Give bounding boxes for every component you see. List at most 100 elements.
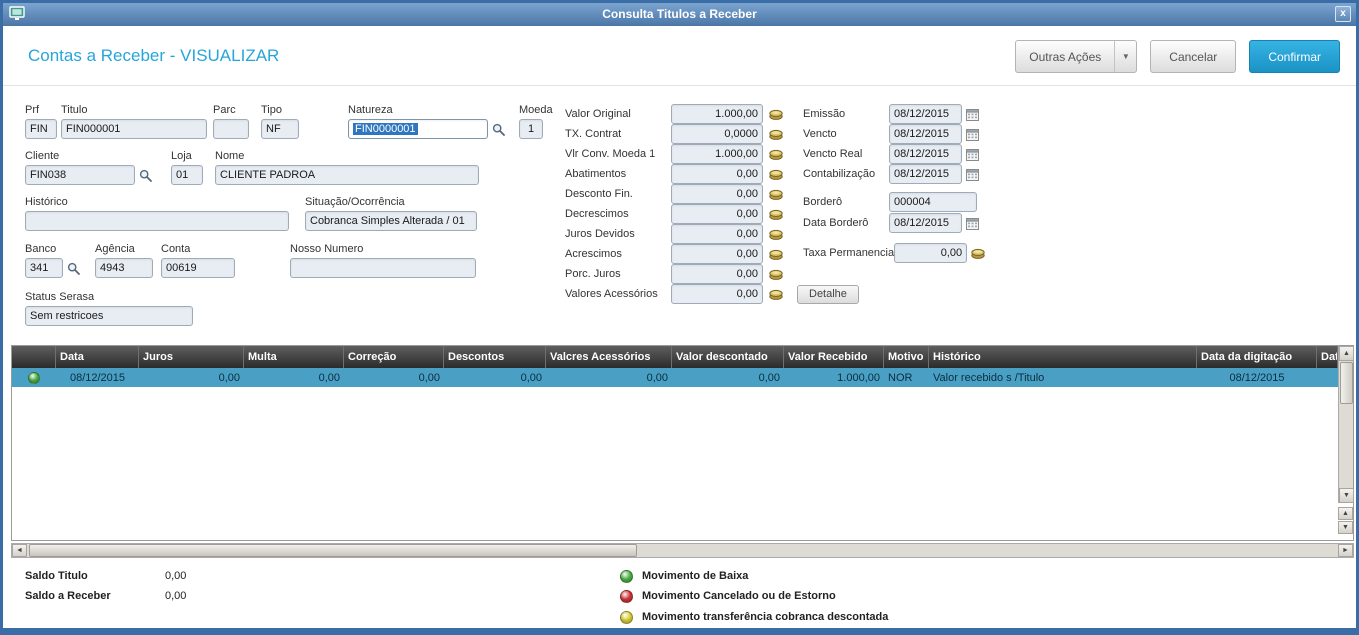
grid-header-multa[interactable]: Multa xyxy=(244,346,344,368)
grid-header-descontos[interactable]: Descontos xyxy=(444,346,546,368)
prf-input[interactable]: FIN xyxy=(25,119,57,139)
legend-item-cancelado: Movimento Cancelado ou de Estorno xyxy=(620,589,836,603)
contabilizacao-input[interactable]: 08/12/2015 xyxy=(889,164,962,184)
row-motivo-cell: NOR xyxy=(888,371,913,384)
moeda-input[interactable]: 1 xyxy=(519,119,543,139)
conta-input[interactable]: 00619 xyxy=(161,258,235,278)
banco-label: Banco xyxy=(25,243,57,255)
grid-header-valores-acessorios[interactable]: Valcres Acessórios xyxy=(546,346,672,368)
parc-input[interactable] xyxy=(213,119,249,139)
scroll-page-up-icon[interactable]: ▲ xyxy=(1338,507,1353,520)
juros-devidos-input[interactable]: 0,00 xyxy=(671,224,763,244)
title-bar[interactable]: Consulta Titulos a Receber x xyxy=(3,3,1356,26)
calendar-icon[interactable] xyxy=(966,148,979,161)
table-row[interactable]: 08/12/2015 0,00 0,00 0,00 0,00 0,00 0,00… xyxy=(12,368,1338,387)
money-icon[interactable] xyxy=(769,229,783,240)
saldo-receber-value: 0,00 xyxy=(165,590,187,602)
scroll-right-icon[interactable]: ► xyxy=(1338,544,1353,557)
abatimentos-label: Abatimentos xyxy=(565,168,627,180)
scroll-left-icon[interactable]: ◄ xyxy=(12,544,27,557)
emissao-row: Emissão 08/12/2015 xyxy=(803,104,979,124)
tx-contrat-input[interactable]: 0,0000 xyxy=(671,124,763,144)
banco-input[interactable]: 341 xyxy=(25,258,63,278)
titulo-input[interactable]: FIN000001 xyxy=(61,119,207,139)
row-descontos-cell: 0,00 xyxy=(520,371,542,384)
grid-header-historico[interactable]: Histórico xyxy=(929,346,1197,368)
search-icon[interactable] xyxy=(139,169,152,182)
close-icon[interactable]: x xyxy=(1335,6,1351,22)
detalhe-button[interactable]: Detalhe xyxy=(797,284,859,304)
scroll-up-icon[interactable]: ▲ xyxy=(1339,346,1354,361)
nome-input[interactable]: CLIENTE PADROA xyxy=(215,165,479,185)
money-icon[interactable] xyxy=(769,149,783,160)
saldo-titulo-row: Saldo Titulo 0,00 xyxy=(25,569,186,583)
calendar-icon[interactable] xyxy=(966,217,979,230)
chevron-down-icon[interactable]: ▼ xyxy=(1114,41,1136,72)
grid-header-valor-descontado[interactable]: Valor descontado xyxy=(672,346,784,368)
historico-input[interactable] xyxy=(25,211,289,231)
grid-header-motivo[interactable]: Motivo xyxy=(884,346,929,368)
valores-acessorios-input[interactable]: 0,00 xyxy=(671,284,763,304)
grid-horizontal-scrollbar[interactable]: ◄ ► xyxy=(11,543,1354,558)
bordero-input[interactable]: 000004 xyxy=(889,192,977,212)
grid-header-dat[interactable]: Dat xyxy=(1317,346,1338,368)
search-icon[interactable] xyxy=(492,123,505,136)
valor-original-input[interactable]: 1.000,00 xyxy=(671,104,763,124)
money-icon[interactable] xyxy=(769,269,783,280)
grid-header-juros[interactable]: Juros xyxy=(139,346,244,368)
contabilizacao-row: Contabilização 08/12/2015 xyxy=(803,164,979,184)
cancelar-button[interactable]: Cancelar xyxy=(1150,40,1237,73)
cliente-input[interactable]: FIN038 xyxy=(25,165,135,185)
nosso-numero-input[interactable] xyxy=(290,258,476,278)
money-icon[interactable] xyxy=(769,129,783,140)
natureza-input[interactable]: FIN0000001 xyxy=(348,119,488,139)
vencto-input[interactable]: 08/12/2015 xyxy=(889,124,962,144)
grid-header-status[interactable] xyxy=(12,346,56,368)
horizontal-scroll-thumb[interactable] xyxy=(29,544,637,557)
calendar-icon[interactable] xyxy=(966,108,979,121)
decrescimos-input[interactable]: 0,00 xyxy=(671,204,763,224)
situacao-input[interactable]: Cobranca Simples Alterada / 01 xyxy=(305,211,477,231)
decrescimos-row: Decrescimos 0,00 xyxy=(565,204,783,224)
vlr-conv-moeda-row: Vlr Conv. Moeda 1 1.000,00 xyxy=(565,144,783,164)
outras-acoes-button[interactable]: Outras Ações ▼ xyxy=(1015,40,1138,73)
porc-juros-label: Porc. Juros xyxy=(565,268,621,280)
emissao-input[interactable]: 08/12/2015 xyxy=(889,104,962,124)
search-icon[interactable] xyxy=(67,262,80,275)
grid-vertical-scrollbar[interactable]: ▲ ▼ xyxy=(1338,346,1354,503)
calendar-icon[interactable] xyxy=(966,168,979,181)
grid-header-data-digitacao[interactable]: Data da digitação xyxy=(1197,346,1317,368)
taxa-permanencia-row: Taxa Permanencia 0,00 xyxy=(803,243,985,263)
scroll-page-down-icon[interactable]: ▼ xyxy=(1338,521,1353,534)
taxa-permanencia-input[interactable]: 0,00 xyxy=(894,243,968,263)
horizontal-scroll-track[interactable] xyxy=(27,544,1338,557)
money-icon[interactable] xyxy=(769,289,783,300)
money-icon[interactable] xyxy=(769,209,783,220)
vertical-scroll-thumb[interactable] xyxy=(1340,362,1353,404)
calendar-icon[interactable] xyxy=(966,128,979,141)
desconto-fin-input[interactable]: 0,00 xyxy=(671,184,763,204)
money-icon[interactable] xyxy=(769,249,783,260)
grid-header-correcao[interactable]: Correção xyxy=(344,346,444,368)
scroll-down-icon[interactable]: ▼ xyxy=(1339,488,1354,503)
tipo-input[interactable]: NF xyxy=(261,119,299,139)
porc-juros-input[interactable]: 0,00 xyxy=(671,264,763,284)
money-icon[interactable] xyxy=(769,169,783,180)
grid-header-data[interactable]: Data xyxy=(56,346,139,368)
money-icon[interactable] xyxy=(769,189,783,200)
vencto-real-input[interactable]: 08/12/2015 xyxy=(889,144,962,164)
agencia-input[interactable]: 4943 xyxy=(95,258,153,278)
abatimentos-input[interactable]: 0,00 xyxy=(671,164,763,184)
acrescimos-input[interactable]: 0,00 xyxy=(671,244,763,264)
money-icon[interactable] xyxy=(971,248,985,259)
status-serasa-input[interactable]: Sem restricoes xyxy=(25,306,193,326)
nosso-numero-field-group: Nosso Numero xyxy=(290,243,476,278)
desconto-fin-label: Desconto Fin. xyxy=(565,188,633,200)
loja-input[interactable]: 01 xyxy=(171,165,203,185)
confirmar-button[interactable]: Confirmar xyxy=(1249,40,1340,73)
grid-header-valor-recebido[interactable]: Valor Recebido xyxy=(784,346,884,368)
data-bordero-input[interactable]: 08/12/2015 xyxy=(889,213,962,233)
money-icon[interactable] xyxy=(769,109,783,120)
dialog-content: Contas a Receber - VISUALIZAR Outras Açõ… xyxy=(3,26,1356,628)
vlr-conv-moeda-input[interactable]: 1.000,00 xyxy=(671,144,763,164)
